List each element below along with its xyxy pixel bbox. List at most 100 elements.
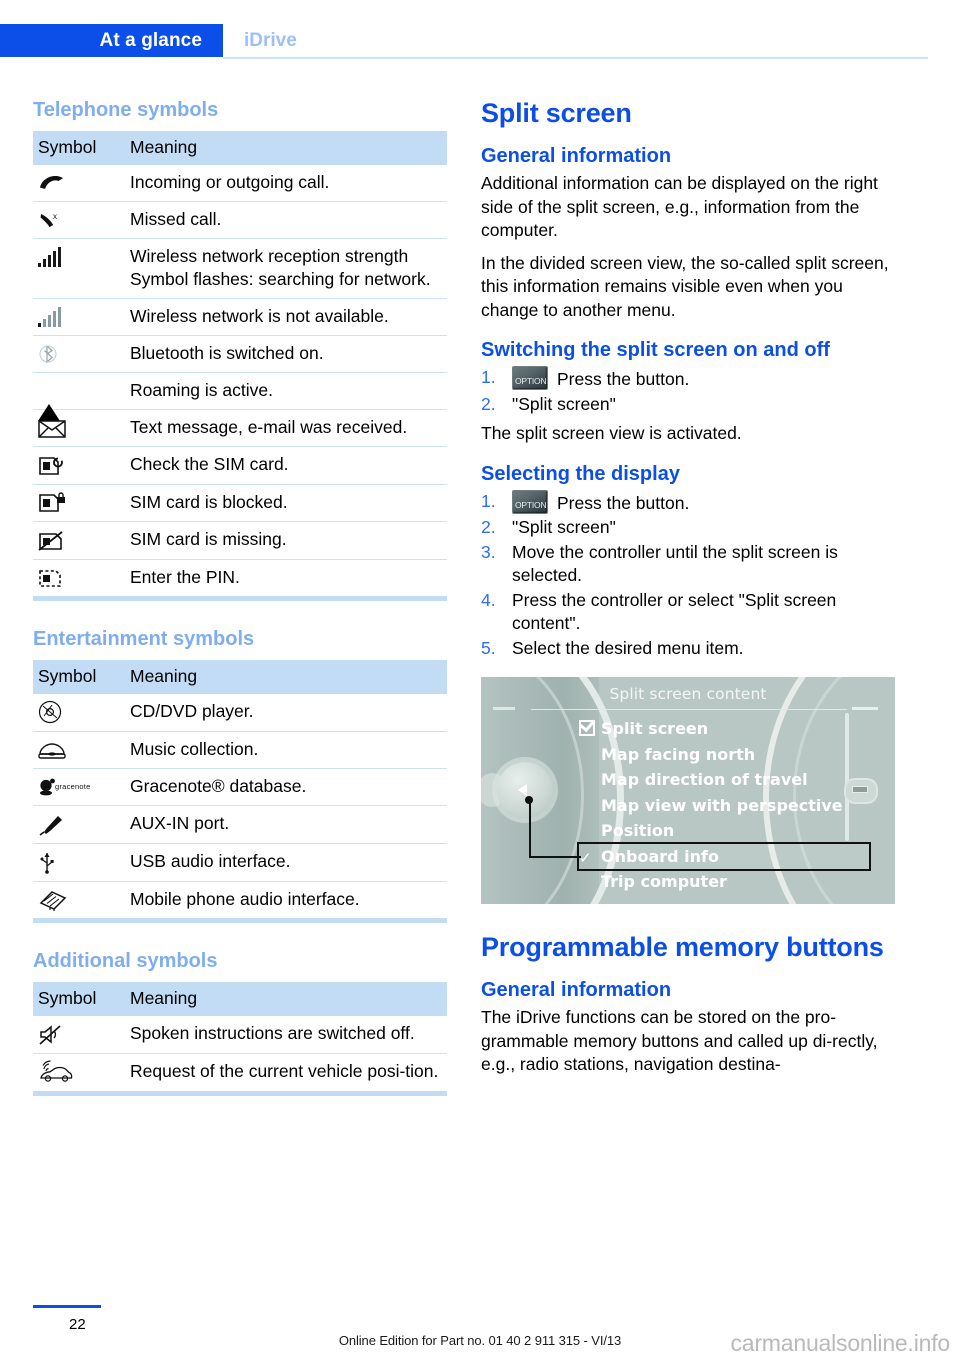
muted-speaker-icon [33, 1016, 124, 1054]
callout-dot [525, 796, 533, 804]
row-meaning: Request of the current vehicle posi-tion… [130, 1060, 439, 1081]
row-meaning: Wireless network reception strength Symb… [124, 238, 447, 299]
row-meaning: SIM card is missing. [124, 521, 447, 560]
page-header: At a glance iDrive [0, 24, 960, 57]
column-header-meaning: Meaning [124, 131, 447, 165]
table-row: Mobile phone audio interface. [33, 882, 447, 919]
column-header-symbol: Symbol [33, 131, 124, 165]
step-text: Press the controller or select "Split sc… [512, 589, 837, 634]
callout-leader-line [529, 800, 581, 858]
signal-bars-icon [33, 238, 124, 299]
sim-missing-glyph [38, 530, 66, 552]
table-row: Text message, e-mail was received. [33, 409, 447, 448]
idrive-menu-item-map-view-with-perspective[interactable]: Map view with perspective [579, 793, 869, 819]
idrive-screen-title: Split screen content [609, 685, 767, 703]
row-meaning: Text message, e-mail was received. [124, 409, 447, 448]
table-row: AUX-IN port. [33, 805, 447, 844]
step-item: 1. OPTION Press the button. [481, 489, 895, 516]
row-meaning: Spoken instructions are switched off. [124, 1016, 447, 1054]
table-row: gracenote Gracenote® database. [33, 768, 447, 807]
row-meaning: Mobile phone audio interface. [130, 889, 360, 909]
idrive-menu-item-trip-computer[interactable]: Trip computer [579, 869, 869, 895]
idrive-menu-label: Position [601, 821, 675, 840]
step-number: 1. [481, 490, 496, 511]
table-row: Incoming or outgoing call. [33, 165, 447, 202]
table-row: Bluetooth is switched on. [33, 335, 447, 374]
idrive-menu-item-split-screen[interactable]: Split screen [579, 716, 869, 742]
idrive-menu-label: Map view with perspective [601, 795, 843, 815]
row-meaning: Music collection. [124, 731, 447, 770]
row-meaning: Bluetooth is switched on. [124, 335, 447, 374]
column-header-meaning: Meaning [124, 982, 447, 1017]
row-meaning: AUX-IN port. [124, 805, 447, 844]
row-meaning: Enter the PIN. [130, 566, 240, 587]
column-header-symbol: Symbol [33, 659, 124, 694]
header-divider [223, 57, 928, 59]
checkbox-checked-icon [579, 720, 595, 736]
signal-bars-grey-icon [33, 298, 124, 336]
svg-text:gracenote: gracenote [55, 782, 91, 791]
heading-switching-split-screen: Switching the split screen on and off [481, 339, 830, 361]
table-end-bar [33, 595, 447, 601]
right-column: Split screen General information Additio… [481, 98, 895, 1086]
row-meaning: USB audio interface. [124, 843, 447, 883]
row-meaning: Missed call. [124, 201, 447, 239]
row-meaning: Check the SIM card. [124, 446, 447, 485]
mobile-phone-audio-glyph [38, 889, 67, 912]
heading-general-information-split: General information [481, 145, 672, 167]
table-row: Music collection. [33, 731, 447, 770]
table-row: USB audio interface. [33, 843, 447, 883]
step-item: 2. "Split screen" [481, 393, 895, 417]
option-button-icon[interactable]: OPTION [512, 489, 548, 514]
aux-in-plug-glyph [38, 814, 64, 836]
idrive-menu-item-map-facing-north[interactable]: Map facing north [579, 742, 869, 768]
paragraph: The iDrive functions can be stored on th… [481, 1007, 878, 1074]
sim-locked-glyph [38, 492, 66, 514]
paragraph: Additional information can be displayed … [481, 173, 878, 240]
idrive-menu-item-map-direction-of-travel[interactable]: Map direction of travel [579, 767, 869, 793]
option-button-label: OPTION [515, 376, 547, 386]
usb-icon [33, 843, 124, 883]
heading-selecting-display: Selecting the display [481, 462, 680, 485]
row-meaning: CD/DVD player. [124, 693, 447, 733]
table-row: Wireless network reception strength Symb… [33, 238, 447, 299]
muted-speaker-glyph [38, 1024, 64, 1046]
page-number: 22 [69, 1316, 86, 1333]
roaming-triangle-glyph [38, 383, 60, 421]
idrive-menu-item-position[interactable]: Position [579, 818, 869, 844]
signal-bars-glyph [38, 247, 64, 268]
additional-symbols-table: Symbol Meaning Spoken instructions are s… [33, 982, 447, 1091]
option-button-label: OPTION [515, 499, 547, 510]
idrive-menu-item-onboard-info[interactable]: ✓ Onboard info [577, 841, 871, 871]
paragraph: In the divided screen view, the so-calle… [481, 252, 889, 320]
gracenote-logo-glyph: gracenote [38, 778, 120, 798]
svg-text:x: x [53, 212, 57, 221]
telephone-symbols-table: Symbol Meaning Incoming or outgoing call… [33, 131, 447, 596]
table-row: Check the SIM card. [33, 446, 447, 485]
tab-idrive[interactable]: iDrive [244, 24, 297, 57]
missed-call-icon: x [33, 201, 124, 239]
table-row: Wireless network is not available. [33, 298, 447, 336]
tab-at-a-glance[interactable]: At a glance [0, 24, 223, 57]
step-number: 2. [481, 517, 496, 537]
table-row: Enter the PIN. [33, 559, 447, 596]
sim-locked-icon [33, 484, 124, 523]
step-text: "Split screen" [512, 517, 616, 537]
table-row: Spoken instructions are switched off. [33, 1016, 447, 1054]
heading-entertainment-symbols: Entertainment symbols [33, 627, 255, 650]
option-button-icon[interactable]: OPTION [512, 366, 548, 390]
page-title-split-screen: Split screen [481, 98, 632, 128]
cd-dvd-icon [33, 693, 124, 733]
sim-missing-icon [33, 521, 124, 560]
signal-bars-unavailable-glyph [38, 307, 64, 328]
step-number: 2. [481, 393, 496, 414]
step-text: Select the desired menu item. [512, 637, 744, 658]
heading-telephone-symbols: Telephone symbols [33, 99, 219, 121]
table-header-row: Symbol Meaning [33, 982, 447, 1017]
row-meaning: Incoming or outgoing call. [124, 165, 447, 202]
table-row: CD/DVD player. [33, 693, 447, 733]
phone-handset-icon [33, 165, 124, 202]
table-row: x Missed call. [33, 201, 447, 239]
step-number: 1. [481, 367, 496, 387]
table-row: SIM card is blocked. [33, 484, 447, 523]
